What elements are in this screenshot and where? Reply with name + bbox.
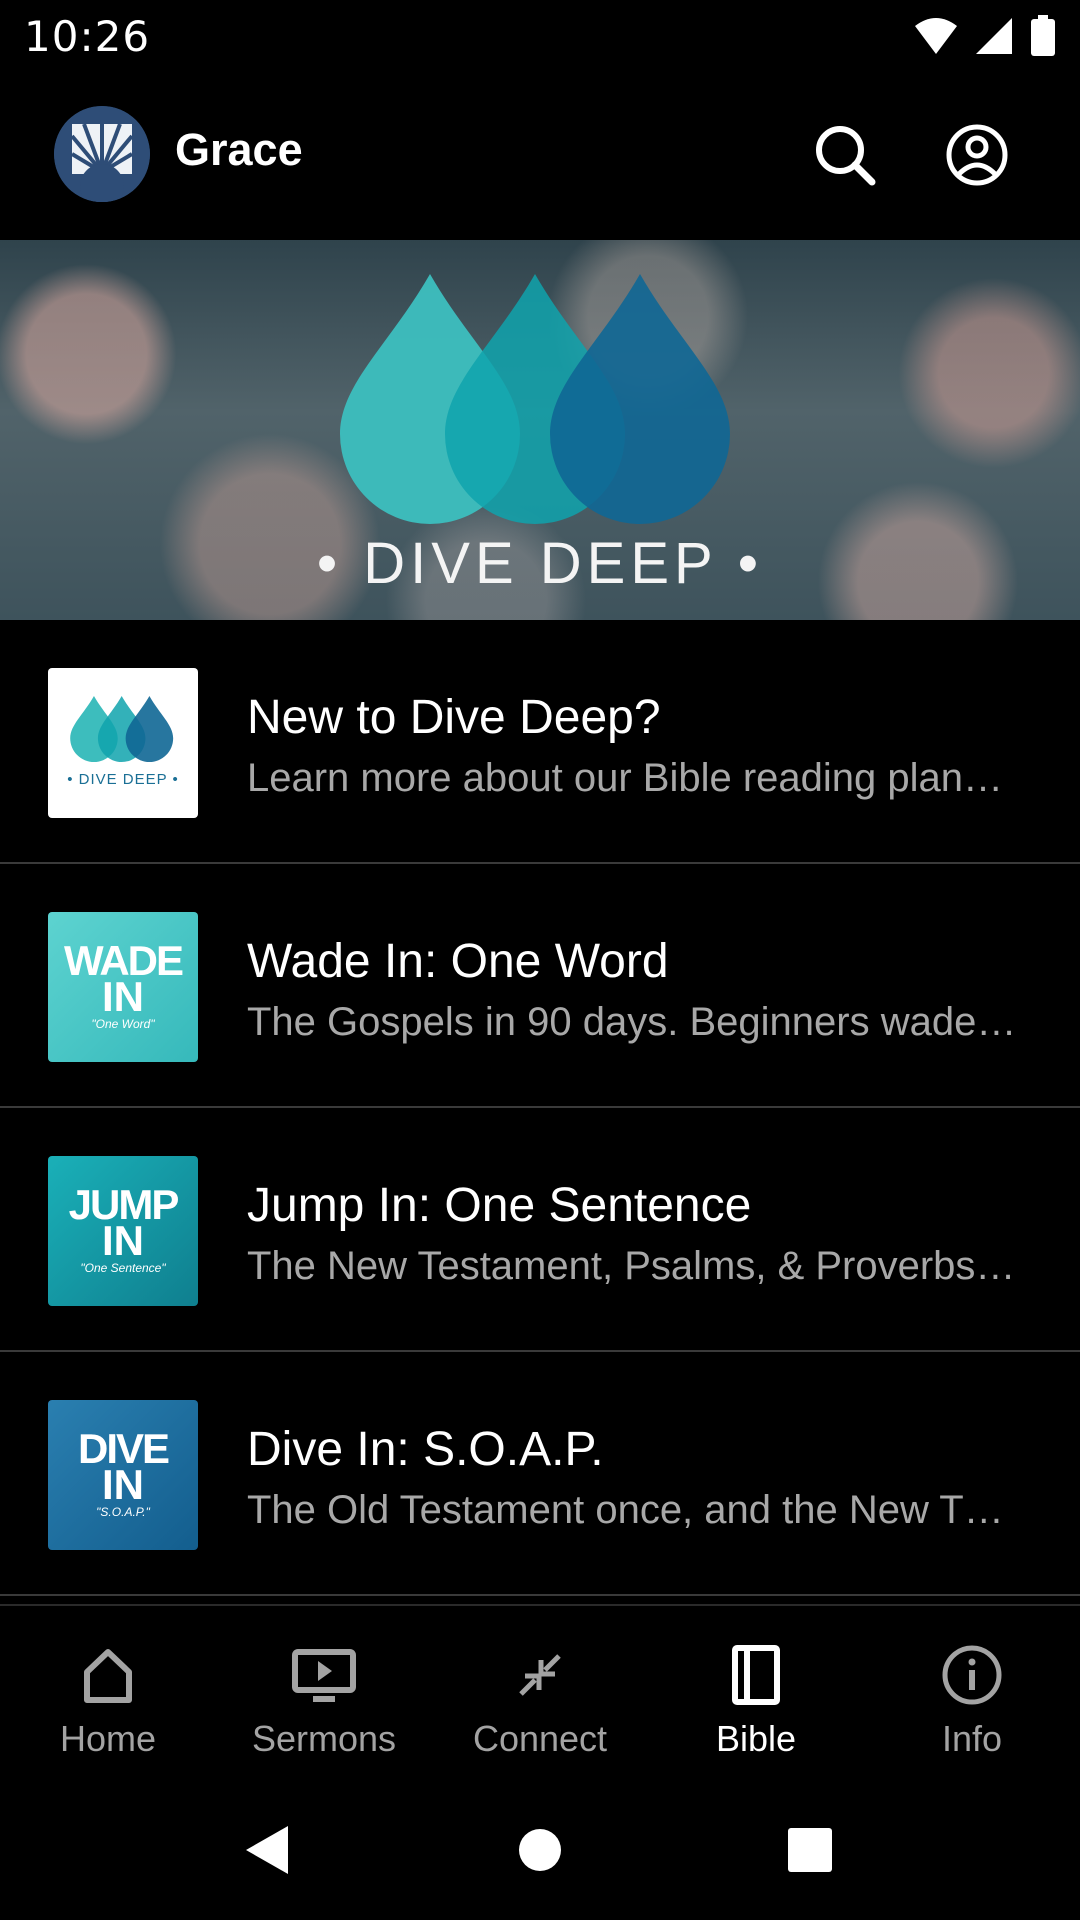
plan-title: Wade In: One Word <box>247 935 669 988</box>
thumbnail-caption: "One Word" <box>91 1017 155 1031</box>
nav-label: Connect <box>472 1718 608 1759</box>
signal-icon <box>976 18 1012 54</box>
plan-subtitle: The Gospels in 90 days. Beginners wade… <box>247 1000 1017 1044</box>
profile-button[interactable] <box>944 122 1010 188</box>
thumbnail-caption: "One Sentence" <box>80 1261 166 1275</box>
list-item[interactable]: DIVE IN "S.O.A.P." Dive In: S.O.A.P. The… <box>0 1352 1080 1596</box>
system-navigation-bar <box>0 1780 1080 1920</box>
church-logo <box>54 106 150 202</box>
thumbnail-text: • DIVE DEEP • <box>67 771 179 788</box>
plan-title: New to Dive Deep? <box>247 691 661 744</box>
nav-home[interactable]: Home <box>0 1606 216 1782</box>
plan-thumbnail: JUMP IN "One Sentence" <box>48 1156 198 1306</box>
plan-subtitle: The Old Testament once, and the New T… <box>247 1488 1004 1532</box>
status-icons <box>914 15 1056 57</box>
banner-title: • DIVE DEEP • <box>316 531 764 596</box>
dive-deep-banner: • DIVE DEEP • <box>0 240 1080 620</box>
battery-icon <box>1031 15 1055 56</box>
bottom-navigation: Home Sermons Connect Bible Info <box>0 1604 1080 1782</box>
reading-plan-list: • DIVE DEEP • New to Dive Deep? Learn mo… <box>0 620 1080 1596</box>
list-item[interactable]: JUMP IN "One Sentence" Jump In: One Sent… <box>0 1108 1080 1352</box>
thumbnail-text: IN <box>102 973 144 1020</box>
app-bar: Grace <box>0 86 1080 226</box>
plan-thumbnail: DIVE IN "S.O.A.P." <box>48 1400 198 1550</box>
sunrise-logo-icon <box>54 106 150 202</box>
thumbnail-text: IN <box>102 1217 144 1264</box>
nav-label: Home <box>59 1718 157 1759</box>
nav-connect[interactable]: Connect <box>432 1606 648 1782</box>
app-title: Grace <box>175 124 303 175</box>
search-icon <box>816 126 876 186</box>
account-circle-icon <box>946 124 1008 186</box>
list-item[interactable]: • DIVE DEEP • New to Dive Deep? Learn mo… <box>0 620 1080 864</box>
water-drops-icon <box>70 696 174 762</box>
nav-label: Sermons <box>251 1718 397 1759</box>
thumbnail-caption: "S.O.A.P." <box>96 1505 150 1519</box>
plan-thumbnail: • DIVE DEEP • <box>48 668 198 818</box>
status-bar: 10:26 <box>0 0 1080 72</box>
info-icon <box>942 1645 1002 1705</box>
plan-subtitle: The New Testament, Psalms, & Proverbs… <box>247 1244 1016 1288</box>
list-item[interactable]: WADE IN "One Word" Wade In: One Word The… <box>0 864 1080 1108</box>
home-circle-icon[interactable] <box>518 1828 562 1872</box>
tv-play-icon <box>292 1649 356 1702</box>
water-drops-icon <box>340 274 730 524</box>
plan-thumbnail: WADE IN "One Word" <box>48 912 198 1062</box>
search-button[interactable] <box>812 122 878 188</box>
home-icon <box>84 1649 132 1703</box>
plan-title: Jump In: One Sentence <box>247 1179 752 1232</box>
recents-square-icon[interactable] <box>788 1828 832 1872</box>
nav-info[interactable]: Info <box>864 1606 1080 1782</box>
status-time: 10:26 <box>24 11 151 61</box>
plan-title: Dive In: S.O.A.P. <box>247 1423 604 1476</box>
connect-arrows-icon <box>519 1654 561 1696</box>
nav-bible[interactable]: Bible <box>648 1606 864 1782</box>
nav-label: Info <box>941 1718 1003 1759</box>
nav-label: Bible <box>715 1718 797 1759</box>
nav-sermons[interactable]: Sermons <box>216 1606 432 1782</box>
book-icon <box>732 1645 780 1705</box>
thumbnail-text: IN <box>102 1461 144 1508</box>
back-triangle-icon[interactable] <box>244 1824 290 1876</box>
wifi-icon <box>915 18 957 54</box>
plan-subtitle: Learn more about our Bible reading plan… <box>247 756 1004 800</box>
